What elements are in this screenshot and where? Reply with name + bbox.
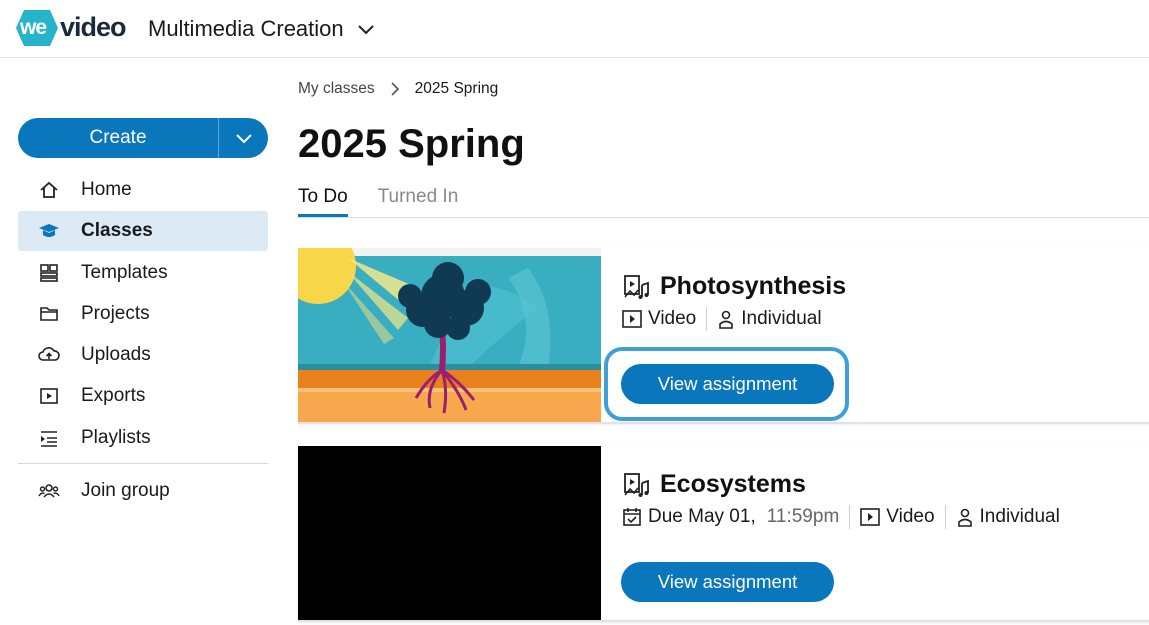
workspace-name: Multimedia Creation	[148, 16, 344, 41]
templates-icon	[38, 262, 60, 284]
breadcrumb-link-my-classes[interactable]: My classes	[298, 80, 375, 98]
sidebar-item-label: Templates	[81, 261, 168, 283]
group-icon	[38, 480, 60, 502]
assignment-mode: Individual	[956, 506, 1060, 528]
assignment-mode-label: Individual	[979, 506, 1060, 527]
workspace-selector[interactable]: Multimedia Creation	[148, 16, 376, 42]
chevron-down-icon	[357, 25, 374, 35]
assignment-meta: Video Individual	[622, 307, 846, 331]
sidebar-item-exports[interactable]: Exports	[18, 376, 268, 416]
assignment-due: Due May 01, 11:59pm	[622, 506, 839, 528]
logo-video-text: video	[60, 12, 127, 42]
sidebar-item-label: Exports	[81, 385, 146, 407]
breadcrumb-current: 2025 Spring	[414, 80, 499, 97]
assignment-type: Video	[860, 506, 935, 528]
video-icon	[860, 508, 881, 526]
sidebar-item-templates[interactable]: Templates	[18, 253, 268, 293]
tab-turned-in[interactable]: Turned In	[378, 186, 459, 217]
meta-divider	[706, 307, 708, 331]
assignment-title: Ecosystems	[660, 470, 806, 498]
assignment-type-label: Video	[886, 506, 935, 527]
sidebar-item-join-group[interactable]: Join group	[18, 471, 268, 511]
assignment-card: Photosynthesis Video Individual View ass…	[298, 246, 1149, 424]
tree-illustration-image	[298, 248, 601, 422]
chevron-right-icon	[391, 82, 399, 96]
video-assignment-icon	[624, 274, 649, 299]
tab-bar: To Do Turned In	[298, 186, 1149, 218]
assignment-card: Ecosystems Due May 01, 11:59pm Video Indi…	[298, 444, 1149, 622]
sidebar-item-label: Home	[81, 179, 132, 200]
person-icon	[957, 508, 972, 527]
assignment-due-time: 11:59pm	[766, 506, 840, 527]
home-icon	[38, 179, 60, 201]
sidebar-item-label: Join group	[81, 480, 170, 501]
sidebar-item-label: Classes	[81, 220, 153, 242]
sidebar-divider	[18, 463, 268, 464]
sidebar-item-label: Playlists	[81, 426, 151, 448]
view-assignment-button[interactable]: View assignment	[621, 364, 834, 404]
chevron-down-icon	[235, 134, 252, 144]
meta-divider	[944, 505, 946, 529]
sidebar-item-label: Projects	[81, 302, 150, 324]
logo-we-text: we	[20, 16, 47, 39]
sidebar-item-classes[interactable]: Classes	[18, 211, 268, 252]
page-title: 2025 Spring	[298, 122, 525, 166]
assignment-mode: Individual	[717, 308, 822, 330]
sidebar-item-label: Uploads	[81, 344, 151, 366]
sidebar-item-uploads[interactable]: Uploads	[18, 335, 268, 375]
assignment-info: Photosynthesis Video Individual	[622, 272, 846, 331]
sidebar-item-home[interactable]: Home	[18, 170, 268, 210]
folder-icon	[38, 303, 60, 325]
cloud-upload-icon	[38, 344, 60, 366]
assignment-type: Video	[622, 308, 696, 330]
view-assignment-button[interactable]: View assignment	[621, 562, 834, 602]
sidebar-item-playlists[interactable]: Playlists	[18, 418, 268, 458]
assignment-thumbnail	[298, 446, 601, 620]
sidebar-join-group-section: Join group	[18, 471, 268, 512]
calendar-check-icon	[623, 508, 641, 526]
assignment-thumbnail	[298, 248, 601, 422]
assignment-title-row: Ecosystems	[622, 470, 1060, 499]
assignment-title-row: Photosynthesis	[622, 272, 846, 301]
assignment-type-label: Video	[648, 308, 697, 329]
wevideo-logo[interactable]: we video	[16, 8, 127, 48]
create-button[interactable]: Create	[18, 118, 218, 158]
assignment-meta: Due May 01, 11:59pm Video Individual	[622, 505, 1060, 529]
sidebar-item-projects[interactable]: Projects	[18, 294, 268, 334]
create-dropdown-button[interactable]	[219, 118, 268, 158]
breadcrumb: My classes 2025 Spring	[298, 80, 498, 98]
create-split-button: Create	[18, 118, 268, 158]
person-icon	[719, 310, 734, 329]
top-bar: we video Multimedia Creation	[0, 0, 1149, 58]
assignment-due-label: Due May 01,	[648, 506, 756, 527]
playlist-icon	[38, 427, 60, 449]
export-play-icon	[38, 385, 60, 407]
assignment-mode-label: Individual	[741, 308, 822, 329]
video-icon	[622, 310, 642, 328]
sidebar-nav: Home Classes Templates Projects Uploads …	[18, 170, 268, 459]
graduation-cap-icon	[38, 220, 60, 242]
tab-to-do[interactable]: To Do	[298, 186, 348, 217]
assignment-title: Photosynthesis	[660, 272, 847, 300]
meta-divider	[849, 505, 851, 529]
assignment-info: Ecosystems Due May 01, 11:59pm Video Indi…	[622, 470, 1060, 529]
video-assignment-icon	[624, 472, 649, 497]
